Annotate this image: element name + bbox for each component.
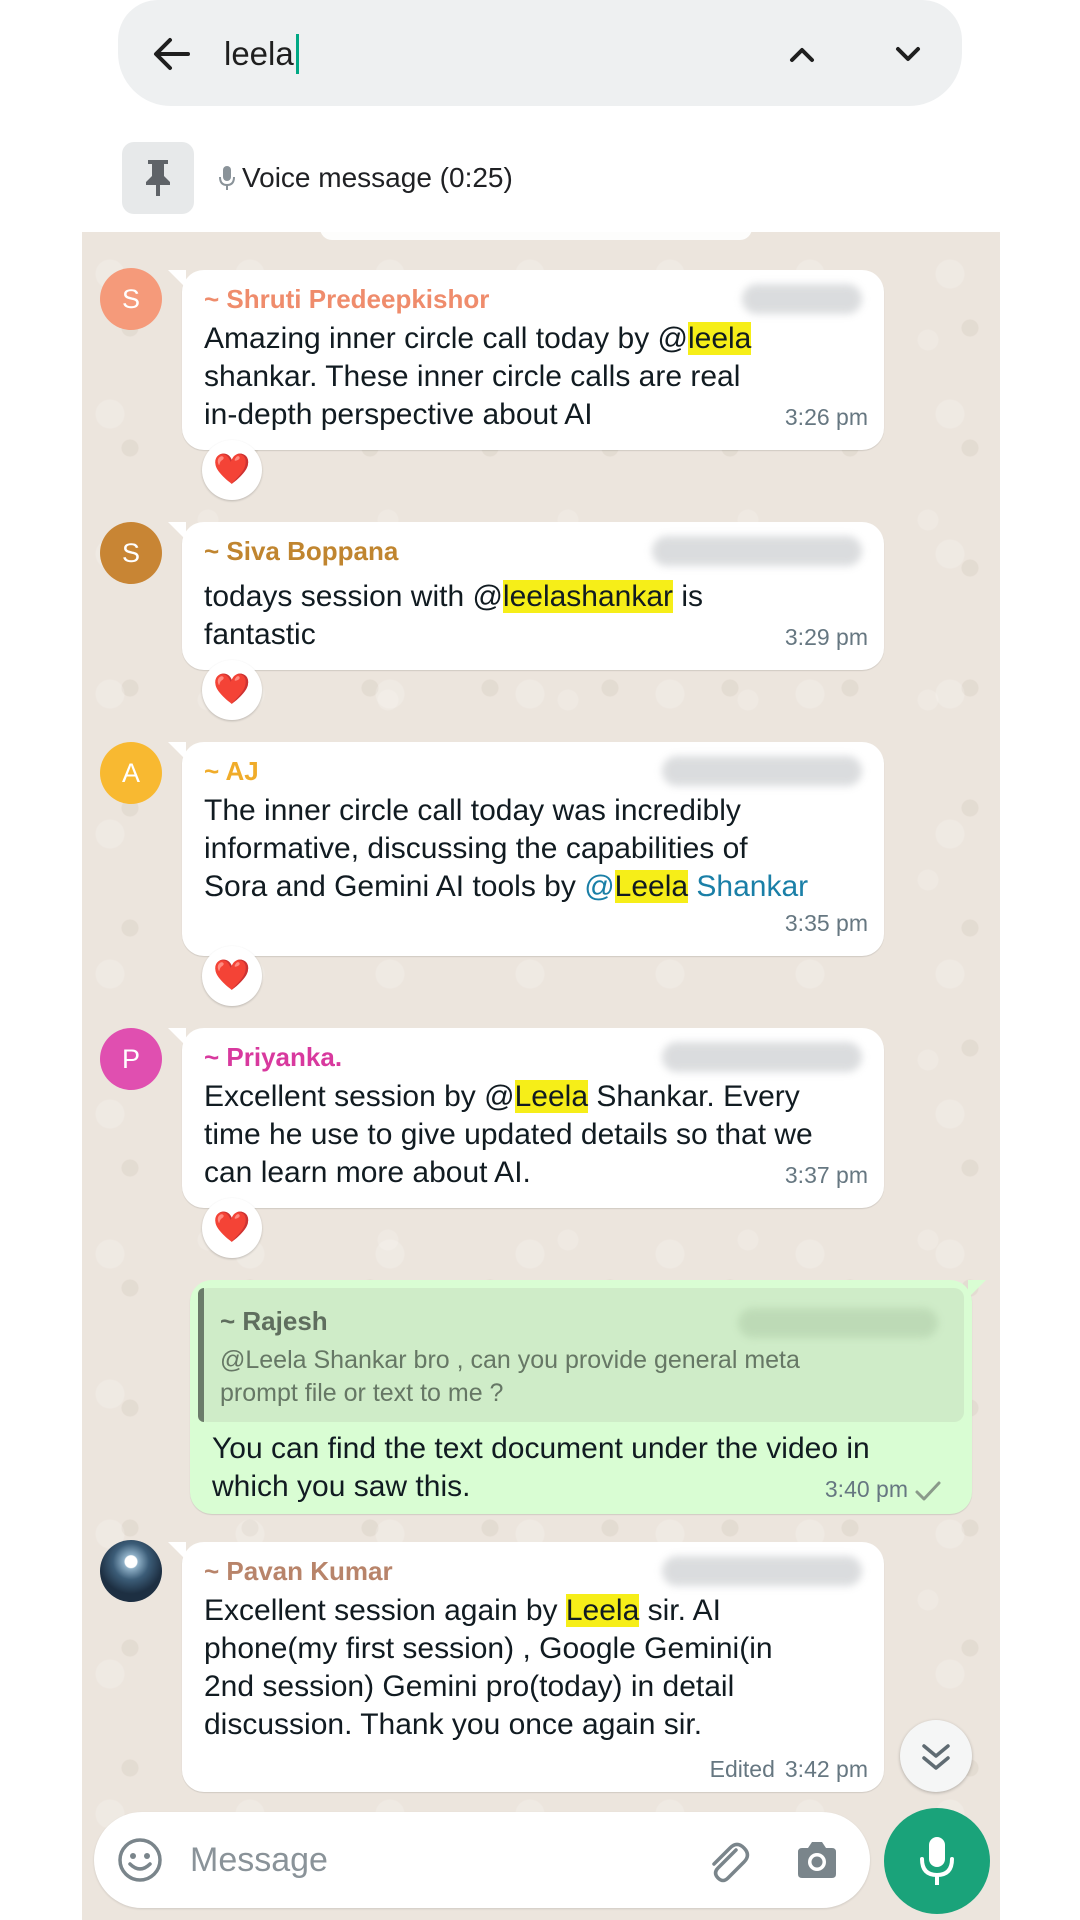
message-time: 3:35 pm	[784, 910, 868, 936]
paperclip-icon[interactable]	[702, 1836, 752, 1886]
heart-reaction-icon[interactable]: ❤️	[202, 440, 262, 500]
avatar[interactable]: A	[100, 742, 162, 804]
message-text: The inner circle call today was incredib…	[204, 794, 809, 903]
avatar[interactable]: S	[100, 268, 162, 330]
outgoing-message-bubble[interactable]: ~ Rajesh @Leela Shankar bro , can you pr…	[190, 1280, 986, 1514]
heart-reaction-icon[interactable]: ❤️	[202, 660, 262, 720]
redacted-phone	[742, 284, 862, 314]
message-time: 3:37 pm	[784, 1162, 868, 1188]
pin-icon	[122, 142, 194, 214]
back-arrow-icon[interactable]	[148, 30, 196, 78]
pinned-message-bar[interactable]: Voice message (0:25)	[0, 126, 1080, 232]
redacted-phone	[738, 1308, 938, 1338]
sent-check-icon	[915, 1481, 941, 1501]
message-bubble[interactable]: ~ AJ The inner circle call today was inc…	[168, 742, 884, 956]
previous-message-edge	[320, 232, 752, 240]
avatar[interactable]: P	[100, 1028, 162, 1090]
message-text: You can find the text document under the…	[212, 1432, 870, 1503]
sender-name[interactable]: ~ Shruti Predeepkishor	[204, 284, 489, 315]
message-bubble[interactable]: ~ Pavan Kumar Excellent session again by…	[168, 1542, 884, 1792]
message-text: todays session with @leelashankar is fan…	[204, 580, 704, 651]
microphone-icon	[219, 166, 235, 190]
quoted-reply[interactable]: ~ Rajesh @Leela Shankar bro , can you pr…	[198, 1288, 964, 1422]
redacted-phone	[662, 1556, 862, 1586]
sender-name[interactable]: ~ Siva Boppana	[204, 536, 398, 567]
chevron-down-icon[interactable]	[888, 34, 928, 74]
message-text: Excellent session again by Leela sir. AI…	[204, 1594, 773, 1741]
quote-bar	[198, 1288, 204, 1422]
scroll-to-bottom-button[interactable]	[900, 1720, 972, 1792]
message-time: 3:29 pm	[784, 624, 868, 650]
redacted-phone	[662, 1042, 862, 1072]
avatar[interactable]: S	[100, 522, 162, 584]
pinned-message-text: Voice message (0:25)	[218, 162, 513, 194]
double-chevron-down-icon	[922, 1744, 950, 1770]
sender-name[interactable]: ~ AJ	[204, 756, 259, 787]
message-text: Excellent session by @Leela Shankar. Eve…	[204, 1080, 813, 1189]
message-bubble[interactable]: ~ Priyanka. Excellent session by @Leela …	[168, 1028, 884, 1208]
chevron-up-icon[interactable]	[782, 34, 822, 74]
message-composer[interactable]: Message	[94, 1812, 870, 1908]
pinned-label: Voice message (0:25)	[242, 162, 513, 193]
camera-icon[interactable]	[794, 1838, 840, 1884]
search-input[interactable]: leela	[224, 32, 299, 76]
search-query: leela	[224, 35, 294, 72]
microphone-icon	[920, 1837, 954, 1885]
sender-name[interactable]: ~ Priyanka.	[204, 1042, 342, 1073]
quoted-text: @Leela Shankar bro , can you provide gen…	[220, 1346, 800, 1407]
redacted-phone	[662, 756, 862, 786]
message-time: Edited 3:42 pm	[709, 1756, 868, 1782]
sender-name[interactable]: ~ Pavan Kumar	[204, 1556, 393, 1587]
voice-record-button[interactable]	[884, 1808, 990, 1914]
heart-reaction-icon[interactable]: ❤️	[202, 1198, 262, 1258]
message-input[interactable]: Message	[190, 1838, 328, 1882]
emoji-icon[interactable]	[116, 1836, 164, 1884]
heart-reaction-icon[interactable]: ❤️	[202, 946, 262, 1006]
avatar[interactable]	[100, 1540, 162, 1602]
text-cursor	[295, 34, 299, 75]
message-time: 3:40 pm	[825, 1476, 942, 1503]
chat-area[interactable]: S ~ Shruti Predeepkishor Amazing inner c…	[82, 232, 1000, 1920]
redacted-phone	[652, 536, 862, 566]
quoted-sender: ~ Rajesh	[220, 1306, 328, 1336]
message-bubble[interactable]: ~ Shruti Predeepkishor Amazing inner cir…	[168, 270, 884, 450]
message-time: 3:26 pm	[784, 404, 868, 430]
message-bubble[interactable]: ~ Siva Boppana todays session with @leel…	[168, 522, 884, 670]
edited-label: Edited	[709, 1756, 775, 1782]
message-text: Amazing inner circle call today by @leel…	[204, 322, 752, 431]
